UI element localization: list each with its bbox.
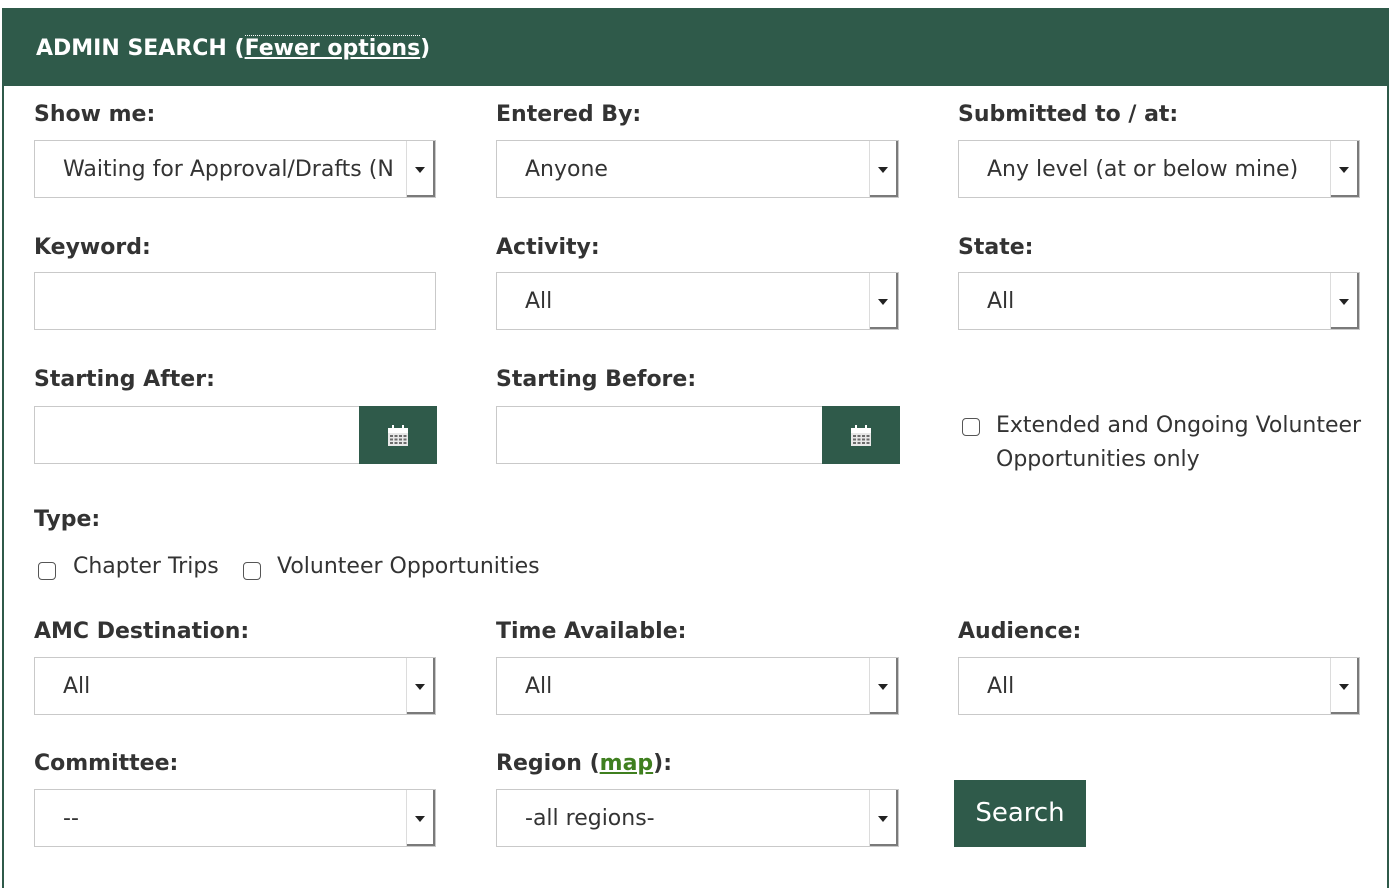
entered-by-label: Entered By: xyxy=(496,102,642,127)
region-value: -all regions- xyxy=(525,806,655,831)
time-available-select[interactable]: All xyxy=(496,657,899,715)
activity-label: Activity: xyxy=(496,235,600,260)
chevron-down-icon xyxy=(1330,658,1359,714)
show-me-value: Waiting for Approval/Drafts (No xyxy=(63,157,393,182)
starting-before-label: Starting Before: xyxy=(496,367,697,392)
time-available-label: Time Available: xyxy=(496,619,687,644)
extended-ongoing-label-line2: Opportunities only xyxy=(996,447,1200,472)
chevron-down-icon xyxy=(406,790,435,846)
state-value: All xyxy=(987,289,1015,314)
region-label: Region (map): xyxy=(496,751,672,776)
region-label-suffix: ): xyxy=(653,751,673,776)
starting-after-calendar-button[interactable] xyxy=(359,406,437,464)
extended-ongoing-label-line1: Extended and Ongoing Volunteer xyxy=(996,413,1362,438)
chevron-down-icon xyxy=(1330,273,1359,329)
paren-open: ( xyxy=(226,36,245,61)
amc-destination-value: All xyxy=(63,674,91,699)
chevron-down-icon xyxy=(869,273,898,329)
volunteer-opportunities-checkbox[interactable] xyxy=(243,562,261,580)
volunteer-opportunities-label: Volunteer Opportunities xyxy=(277,554,540,579)
region-label-prefix: Region ( xyxy=(496,751,600,776)
calendar-icon xyxy=(851,425,871,446)
search-button[interactable]: Search xyxy=(954,780,1086,847)
region-map-link[interactable]: map xyxy=(600,751,654,776)
committee-select[interactable]: -- xyxy=(34,789,436,847)
activity-select[interactable]: All xyxy=(496,272,899,330)
chevron-down-icon xyxy=(406,141,435,197)
submitted-to-value: Any level (at or below mine) xyxy=(987,157,1299,182)
chapter-trips-checkbox[interactable] xyxy=(38,562,56,580)
chevron-down-icon xyxy=(869,658,898,714)
entered-by-value: Anyone xyxy=(525,157,608,182)
panel-title: ADMIN SEARCH xyxy=(36,36,227,61)
submitted-to-select[interactable]: Any level (at or below mine) xyxy=(958,140,1360,198)
panel-header: ADMIN SEARCH (Fewer options) xyxy=(4,8,1387,86)
keyword-input[interactable] xyxy=(34,272,436,330)
amc-destination-select[interactable]: All xyxy=(34,657,436,715)
time-available-value: All xyxy=(525,674,553,699)
extended-ongoing-checkbox[interactable] xyxy=(962,418,980,436)
audience-label: Audience: xyxy=(958,619,1082,644)
entered-by-select[interactable]: Anyone xyxy=(496,140,899,198)
fewer-options-link[interactable]: Fewer options xyxy=(244,35,421,61)
extended-ongoing-label: Extended and Ongoing Volunteer Opportuni… xyxy=(996,409,1361,477)
committee-value: -- xyxy=(63,806,79,831)
show-me-label: Show me: xyxy=(34,102,156,127)
state-label: State: xyxy=(958,235,1034,260)
chapter-trips-label: Chapter Trips xyxy=(73,554,219,579)
chevron-down-icon xyxy=(869,141,898,197)
chevron-down-icon xyxy=(869,790,898,846)
activity-value: All xyxy=(525,289,553,314)
calendar-icon xyxy=(388,425,408,446)
starting-after-input[interactable] xyxy=(34,406,360,464)
chevron-down-icon xyxy=(1330,141,1359,197)
region-select[interactable]: -all regions- xyxy=(496,789,899,847)
starting-before-input[interactable] xyxy=(496,406,823,464)
submitted-to-label: Submitted to / at: xyxy=(958,102,1179,127)
keyword-label: Keyword: xyxy=(34,235,151,260)
chevron-down-icon xyxy=(406,658,435,714)
state-select[interactable]: All xyxy=(958,272,1360,330)
audience-select[interactable]: All xyxy=(958,657,1360,715)
paren-close: ) xyxy=(420,36,431,61)
amc-destination-label: AMC Destination: xyxy=(34,619,250,644)
type-label: Type: xyxy=(34,507,101,532)
audience-value: All xyxy=(987,674,1015,699)
committee-label: Committee: xyxy=(34,751,179,776)
starting-after-label: Starting After: xyxy=(34,367,215,392)
show-me-select[interactable]: Waiting for Approval/Drafts (No xyxy=(34,140,436,198)
starting-before-calendar-button[interactable] xyxy=(822,406,900,464)
